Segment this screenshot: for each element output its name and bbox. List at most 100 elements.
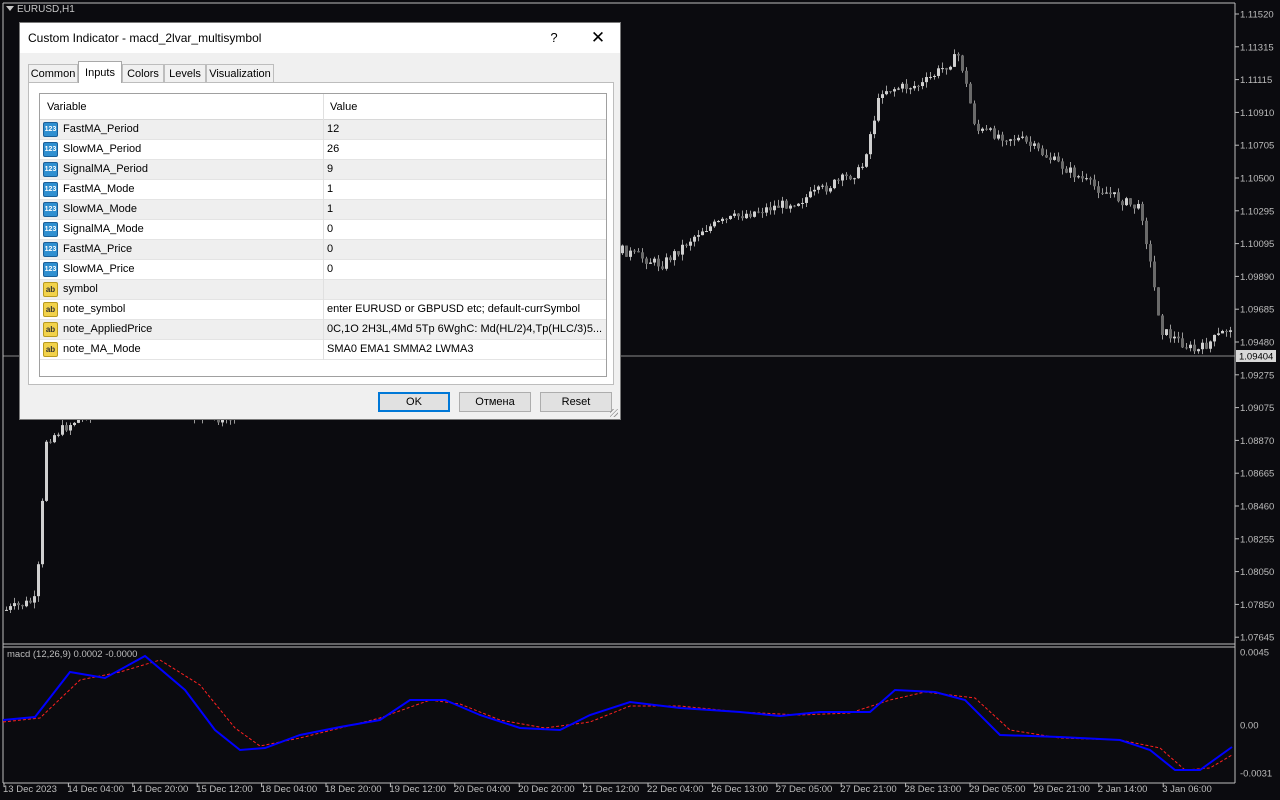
variable-value[interactable]: 26 [327,143,339,155]
variable-name: SignalMA_Mode [63,223,144,235]
input-row-note_symbol[interactable]: ab note_symbol enter EURUSD or GBPUSD etc;… [40,300,606,320]
grid-header: Variable Value [40,94,606,120]
variable-name: note_AppliedPrice [63,323,153,335]
price-tick-label: 1.10095 [1240,239,1274,250]
input-row-FastMA_Period[interactable]: 123 FastMA_Period 12 [40,120,606,140]
time-tick-label: 14 Dec 04:00 [67,784,124,795]
price-tick-label: 1.07850 [1240,600,1274,611]
tab-visualization[interactable]: Visualization [206,64,274,82]
price-tick-label: 1.08665 [1240,469,1274,480]
time-tick-label: 26 Dec 13:00 [711,784,768,795]
help-button[interactable]: ? [532,23,576,53]
macd-tick-label: 0.0045 [1240,648,1269,659]
time-tick-label: 28 Dec 13:00 [905,784,962,795]
variable-value[interactable]: 0 [327,263,333,275]
input-row-SignalMA_Mode[interactable]: 123 SignalMA_Mode 0 [40,220,606,240]
candle-body [945,68,948,70]
variable-value[interactable]: enter EURUSD or GBPUSD etc; default-curr… [327,303,580,315]
tab-levels[interactable]: Levels [164,64,206,82]
macd-signal-line [2,659,1233,771]
input-row-FastMA_Price[interactable]: 123 FastMA_Price 0 [40,240,606,260]
candle-body [985,128,988,130]
time-tick-label: 18 Dec 04:00 [261,784,318,795]
tab-colors[interactable]: Colors [122,64,164,82]
candle-body [881,94,884,98]
variable-value[interactable]: 0 [327,223,333,235]
candle-body [1017,137,1020,141]
candle-body [853,178,856,180]
inputs-grid: Variable Value 123 FastMA_Period 12 123 Slow… [39,93,607,377]
input-row-SignalMA_Period[interactable]: 123 SignalMA_Period 9 [40,160,606,180]
candle-body [41,500,44,565]
candle-body [713,221,716,227]
numeric-type-icon: 123 [43,222,58,237]
candle-body [681,244,684,255]
variable-value[interactable]: 1 [327,183,333,195]
variable-value[interactable]: 9 [327,163,333,175]
input-row-SlowMA_Price[interactable]: 123 SlowMA_Price 0 [40,260,606,280]
macd-axis: 0.0045 0.00 -0.0031 [1240,648,1272,780]
candle-body [669,257,672,261]
input-row-SlowMA_Period[interactable]: 123 SlowMA_Period 26 [40,140,606,160]
candle-body [9,606,12,610]
candle-body [1229,330,1232,332]
candle-body [893,89,896,92]
candle-body [61,425,64,435]
candle-body [49,441,52,443]
candle-body [693,236,696,242]
text-type-icon: ab [43,282,58,297]
candle-body [901,83,904,89]
numeric-type-icon: 123 [43,162,58,177]
candle-body [1097,186,1100,193]
input-row-note_AppliedPrice[interactable]: ab note_AppliedPrice 0C,1O 2H3L,4Md 5Tp 6W… [40,320,606,340]
price-tick-label: 1.07645 [1240,633,1274,644]
input-row-symbol[interactable]: ab symbol [40,280,606,300]
candle-body [1009,139,1012,141]
ok-button[interactable]: OK [378,392,450,412]
variable-name: note_symbol [63,303,126,315]
candle-body [793,205,796,207]
candle-body [809,191,812,198]
text-type-icon: ab [43,302,58,317]
chart-symbol-label[interactable]: EURUSD,H1 [6,4,75,15]
variable-name: SlowMA_Price [63,263,135,275]
candle-body [1085,178,1088,180]
candle-body [925,77,928,83]
variable-value[interactable]: 0C,1O 2H3L,4Md 5Tp 6WghC: Md(HL/2)4,Tp(H… [327,323,602,335]
candle-body [877,97,880,121]
input-row-note_MA_Mode[interactable]: ab note_MA_Mode SMA0 EMA1 SMMA2 LWMA3 [40,340,606,360]
candle-body [725,218,728,220]
candle-body [69,425,72,431]
reset-button[interactable]: Reset [540,392,612,412]
custom-indicator-dialog: Custom Indicator - macd_2lvar_multisymbo… [19,22,621,420]
candle-body [761,212,764,214]
candle-body [781,200,784,208]
candle-body [929,76,932,78]
numeric-type-icon: 123 [43,242,58,257]
candle-body [721,218,724,222]
candle-body [37,564,40,597]
candle-body [1057,156,1060,162]
variable-value[interactable]: 1 [327,203,333,215]
dialog-titlebar[interactable]: Custom Indicator - macd_2lvar_multisymbo… [20,23,620,53]
input-row-SlowMA_Mode[interactable]: 123 SlowMA_Mode 1 [40,200,606,220]
variable-value[interactable]: 12 [327,123,339,135]
text-type-icon: ab [43,322,58,337]
column-header-variable[interactable]: Variable [47,101,87,113]
tab-common[interactable]: Common [28,64,78,82]
candle-body [1205,342,1208,349]
candle-body [1157,287,1160,316]
price-tick-label: 1.09275 [1240,370,1274,381]
candle-body [813,189,816,192]
input-row-FastMA_Mode[interactable]: 123 FastMA_Mode 1 [40,180,606,200]
price-tick-label: 1.11315 [1240,42,1274,53]
resize-grip-icon[interactable] [610,409,618,417]
cancel-button[interactable]: Отмена [459,392,531,412]
close-icon[interactable]: ✕ [576,23,620,53]
candle-body [1013,139,1016,141]
variable-value[interactable]: SMA0 EMA1 SMMA2 LWMA3 [327,343,474,355]
tab-inputs[interactable]: Inputs [78,61,122,83]
column-header-value[interactable]: Value [330,101,357,113]
variable-name: SlowMA_Mode [63,203,137,215]
variable-value[interactable]: 0 [327,243,333,255]
